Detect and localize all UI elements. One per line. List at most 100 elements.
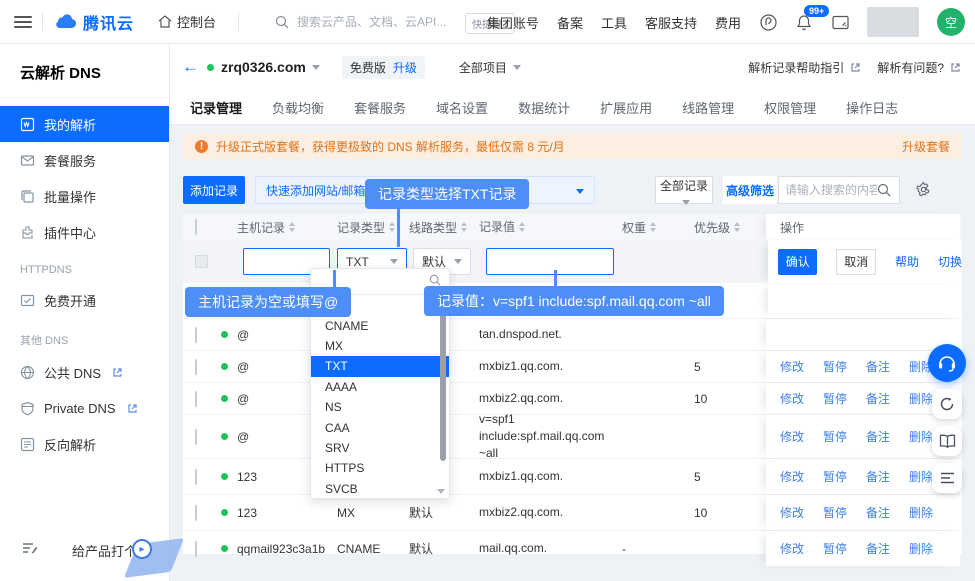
row-checkbox[interactable] xyxy=(195,469,197,485)
remark-link[interactable]: 备注 xyxy=(866,428,890,445)
record-search[interactable] xyxy=(778,176,900,204)
delete-link[interactable]: 删除 xyxy=(909,504,933,521)
workorder-icon[interactable] xyxy=(759,13,777,31)
sort-icon[interactable] xyxy=(289,222,295,232)
dropdown-option-svcb[interactable]: SVCB xyxy=(311,479,449,499)
col-header-line[interactable]: 线路类型 xyxy=(409,219,479,236)
remark-link[interactable]: 备注 xyxy=(866,540,890,557)
remark-link[interactable]: 备注 xyxy=(866,390,890,407)
row-checkbox[interactable] xyxy=(195,541,197,557)
col-header-weight[interactable]: 权重 xyxy=(622,219,694,236)
help-guide-link[interactable]: 解析记录帮助指引 xyxy=(748,59,861,76)
tab-extensions[interactable]: 扩展应用 xyxy=(600,98,652,117)
record-search-input[interactable] xyxy=(785,183,877,197)
sidebar-item-free-activate[interactable]: 免费开通 xyxy=(0,282,169,318)
scroll-down-arrow-icon[interactable] xyxy=(437,489,445,494)
modify-link[interactable]: 修改 xyxy=(780,428,804,445)
col-header-host[interactable]: 主机记录 xyxy=(237,219,337,236)
remark-link[interactable]: 备注 xyxy=(866,468,890,485)
col-header-priority[interactable]: 优先级 xyxy=(694,219,766,236)
sidebar-item-packages[interactable]: 套餐服务 xyxy=(0,142,169,178)
sort-icon[interactable] xyxy=(519,222,525,232)
dropdown-option-srv[interactable]: SRV xyxy=(311,438,449,458)
cancel-button[interactable]: 取消 xyxy=(836,249,876,275)
search-icon[interactable] xyxy=(877,183,891,197)
tab-permissions[interactable]: 权限管理 xyxy=(764,98,816,117)
sidebar-item-my-dns[interactable]: 我的解析 xyxy=(0,106,169,142)
col-header-value[interactable]: 记录值 xyxy=(479,219,622,236)
remark-link[interactable]: 备注 xyxy=(866,504,890,521)
modify-link[interactable]: 修改 xyxy=(780,540,804,557)
collapse-list-button[interactable] xyxy=(932,463,962,493)
pause-link[interactable]: 暂停 xyxy=(823,428,847,445)
ticket-panel-icon[interactable] xyxy=(831,13,849,31)
sidebar-item-private-dns[interactable]: Private DNS xyxy=(0,390,169,426)
help-question-link[interactable]: 解析有问题? xyxy=(877,59,961,76)
tab-load-balance[interactable]: 负载均衡 xyxy=(272,98,324,117)
sidebar-item-reverse-dns[interactable]: 反向解析 xyxy=(0,426,169,462)
dropdown-option-mx[interactable]: MX xyxy=(311,336,449,356)
plan-upgrade-link[interactable]: 升级 xyxy=(393,59,417,76)
select-all-checkbox[interactable] xyxy=(195,219,197,235)
sidebar-item-batch[interactable]: 批量操作 xyxy=(0,178,169,214)
confirm-button[interactable]: 确认 xyxy=(778,249,817,275)
sidebar-item-public-dns[interactable]: 公共 DNS xyxy=(0,354,169,390)
nav-billing[interactable]: 费用 xyxy=(715,13,741,32)
pause-link[interactable]: 暂停 xyxy=(823,504,847,521)
nav-icp[interactable]: 备案 xyxy=(557,13,583,32)
tab-domain-settings[interactable]: 域名设置 xyxy=(436,98,488,117)
sort-icon[interactable] xyxy=(461,222,467,232)
avatar[interactable]: 空 xyxy=(937,8,965,36)
refresh-button[interactable] xyxy=(932,389,962,419)
pause-link[interactable]: 暂停 xyxy=(823,468,847,485)
dropdown-option-ns[interactable]: NS xyxy=(311,397,449,417)
modify-link[interactable]: 修改 xyxy=(780,390,804,407)
docs-button[interactable] xyxy=(932,426,962,456)
tab-packages[interactable]: 套餐服务 xyxy=(354,98,406,117)
advanced-filter-button[interactable]: 高级筛选 xyxy=(723,176,777,204)
pause-link[interactable]: 暂停 xyxy=(823,358,847,375)
project-select[interactable]: 全部项目 xyxy=(459,59,521,76)
domain-name[interactable]: zrq0326.com xyxy=(221,59,306,75)
notifications-bell[interactable]: 99+ xyxy=(795,13,813,31)
tab-line-management[interactable]: 线路管理 xyxy=(682,98,734,117)
dropdown-option-https[interactable]: HTTPS xyxy=(311,458,449,478)
back-icon[interactable]: ← xyxy=(182,57,199,77)
record-value-input[interactable] xyxy=(486,248,614,275)
modify-link[interactable]: 修改 xyxy=(780,358,804,375)
sidebar-item-plugins[interactable]: 插件中心 xyxy=(0,214,169,250)
product-feedback[interactable]: 给产品打个分 ▸ xyxy=(0,533,170,567)
console-link[interactable]: 控制台 xyxy=(158,12,216,31)
nav-support[interactable]: 客服支持 xyxy=(645,13,697,32)
remark-link[interactable]: 备注 xyxy=(866,358,890,375)
customer-service-button[interactable] xyxy=(928,344,966,382)
tab-statistics[interactable]: 数据统计 xyxy=(518,98,570,117)
menu-icon[interactable] xyxy=(14,16,32,28)
sort-icon[interactable] xyxy=(650,222,656,232)
pause-link[interactable]: 暂停 xyxy=(823,540,847,557)
delete-link[interactable]: 删除 xyxy=(909,540,933,557)
nav-tools[interactable]: 工具 xyxy=(601,13,627,32)
upgrade-plan-link[interactable]: 升级套餐 xyxy=(902,138,950,155)
modify-link[interactable]: 修改 xyxy=(780,468,804,485)
modify-link[interactable]: 修改 xyxy=(780,504,804,521)
dropdown-option-aaaa[interactable]: AAAA xyxy=(311,377,449,397)
chevron-down-icon[interactable] xyxy=(312,65,320,70)
dropdown-option-txt[interactable]: TXT xyxy=(311,356,449,376)
sort-icon[interactable] xyxy=(734,222,740,232)
tab-logs[interactable]: 操作日志 xyxy=(846,98,898,117)
tab-records[interactable]: 记录管理 xyxy=(190,98,242,117)
sort-icon[interactable] xyxy=(389,222,395,232)
row-checkbox[interactable] xyxy=(195,391,197,407)
help-button[interactable]: 帮助 xyxy=(895,253,919,270)
pause-link[interactable]: 暂停 xyxy=(823,390,847,407)
dropdown-option-cname[interactable]: CNAME xyxy=(311,315,449,335)
row-checkbox[interactable] xyxy=(195,359,197,375)
column-settings-gear-icon[interactable] xyxy=(915,181,932,201)
add-record-button[interactable]: 添加记录 xyxy=(183,176,245,204)
switch-button[interactable]: 切换 xyxy=(938,253,962,270)
row-checkbox[interactable] xyxy=(195,505,197,521)
nav-group-account[interactable]: 集团账号 xyxy=(487,13,539,32)
tencent-cloud-logo[interactable]: 腾讯云 xyxy=(53,10,134,34)
record-filter-select[interactable]: 全部记录 xyxy=(655,176,713,204)
